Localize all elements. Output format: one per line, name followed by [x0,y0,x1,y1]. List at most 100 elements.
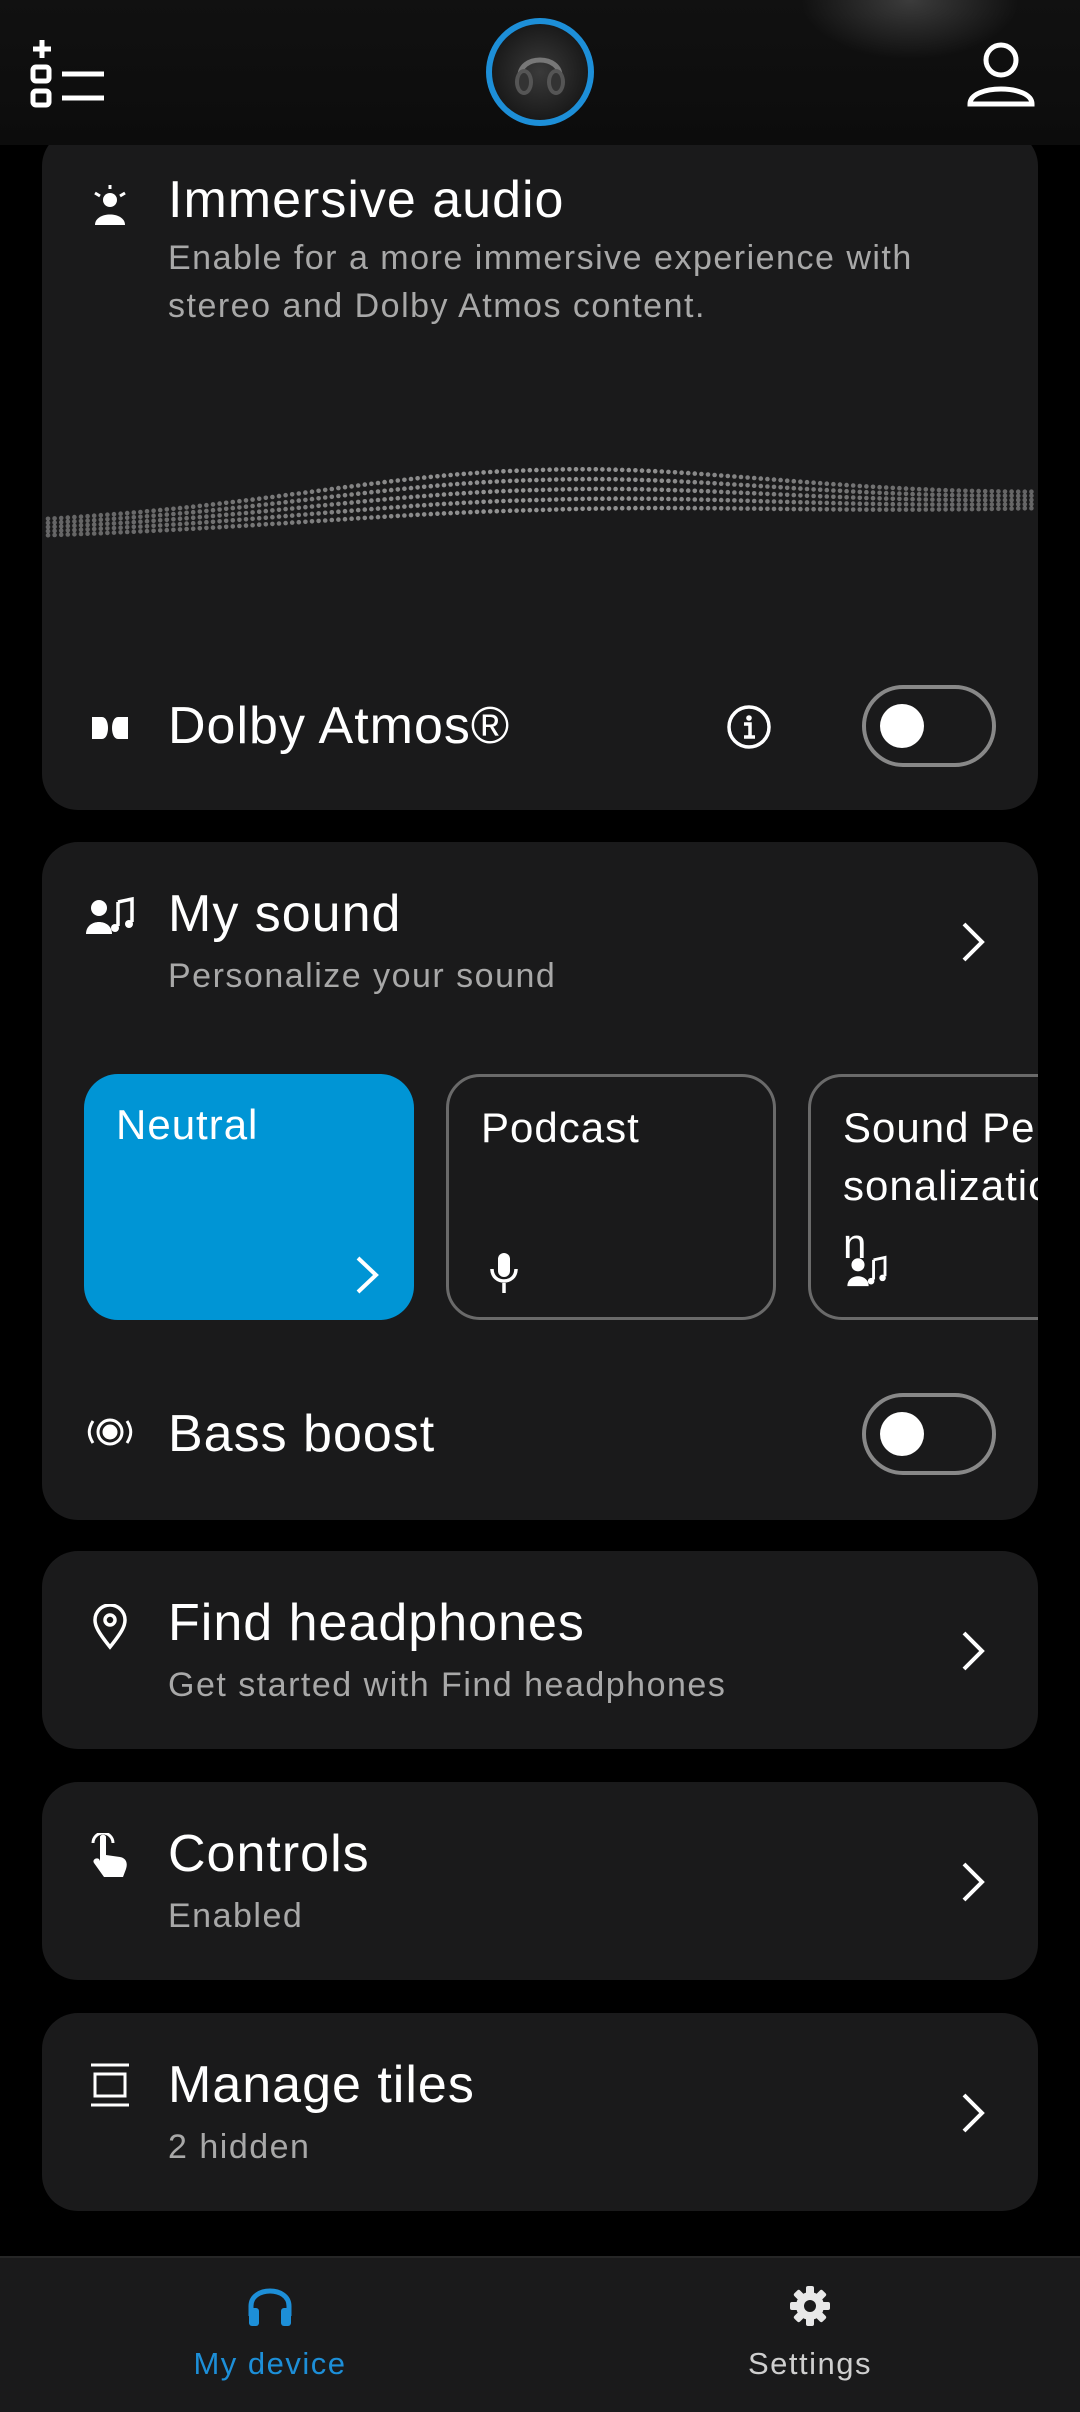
device-avatar[interactable] [486,18,594,126]
person-icon[interactable] [966,40,1036,108]
wave-dot [210,525,216,530]
controls-card[interactable]: Controls Enabled [42,1782,1038,1980]
wave-dot [883,501,889,507]
wave-dot [639,468,645,473]
wave-dot [309,504,315,509]
manage-tiles-card[interactable]: Manage tiles 2 hidden [42,2013,1038,2211]
preset-neutral[interactable]: Neutral [84,1074,414,1320]
wave-dot [375,497,381,503]
wave-dot [593,496,599,502]
wave-dot [553,507,559,512]
wave-dot [303,512,308,517]
wave-dot [283,513,288,519]
wave-dot [824,507,830,512]
wave-dot [1002,502,1008,507]
wave-dot [804,506,810,512]
wave-dot [586,467,592,472]
wave-dot [329,517,335,523]
add-list-icon[interactable] [30,38,106,110]
wave-dot [303,497,308,503]
wave-dot [237,511,242,516]
wave-dot [197,514,203,520]
wave-dot [263,515,269,520]
wave-dot [111,511,117,517]
wave-dot [435,502,440,507]
wave-dot [751,506,757,511]
dolby-atmos-toggle[interactable] [862,685,996,767]
wave-dot [606,496,612,501]
wave-dot [956,493,962,498]
wave-dot [124,520,130,525]
wave-dot [243,504,249,509]
bass-boost-icon [86,1408,134,1456]
wave-dot [230,511,236,517]
wave-dot [487,469,493,475]
my-sound-card[interactable]: My sound Personalize your sound Neutral … [42,842,1038,1520]
wave-dot [857,483,863,489]
wave-dot [322,510,328,516]
nav-settings[interactable]: Settings [540,2258,1080,2412]
wave-dot [217,524,222,530]
chevron-right-icon[interactable] [958,920,988,964]
wave-dot [593,506,599,511]
wave-dot [923,492,929,497]
wave-dot [131,524,137,530]
wave-dot [672,496,678,502]
preset-sound-personalization[interactable]: Sound Personalization [808,1074,1038,1320]
wave-dot [679,505,684,511]
wave-dot [369,498,374,503]
wave-dot [963,506,968,512]
wave-dot [514,498,519,503]
my-sound-title: My sound [168,885,402,943]
wave-dot [138,509,143,515]
wave-dot [666,487,671,493]
wave-dot [441,511,447,516]
wave-dot [692,505,698,511]
wave-dot [943,487,948,493]
find-headphones-card[interactable]: Find headphones Get started with Find he… [42,1551,1038,1749]
wave-dot [732,482,737,487]
wave-dot [626,496,632,501]
nav-my-device[interactable]: My device [0,2258,540,2412]
wave-dot [540,497,546,503]
wave-dot [864,489,869,495]
wave-dot [402,477,407,483]
wave-dot [573,467,579,472]
wave-dot [204,525,209,531]
wave-dot [52,532,57,538]
wave-dot [1022,506,1028,511]
microphone-icon [490,1253,518,1293]
wave-dot [916,492,922,497]
wave-dot [52,516,57,521]
wave-dot [454,472,460,477]
wave-dot [540,507,546,513]
preset-podcast[interactable]: Podcast [446,1074,776,1320]
wave-dot [804,493,810,498]
wave-dot [527,477,533,483]
wave-dot [237,505,242,510]
wave-dot [831,500,836,506]
wave-dot [976,502,981,507]
wave-dot [296,505,302,511]
wave-dot [646,505,651,511]
wave-dot [190,509,196,515]
wave-dot [204,502,209,508]
bass-boost-toggle[interactable] [862,1393,996,1475]
wave-dot [567,496,572,502]
wave-dot [263,495,269,501]
info-icon[interactable] [726,704,772,750]
toggle-knob [880,1412,924,1456]
wave-dot [230,505,236,511]
wave-dot [105,526,110,531]
wave-dot [606,486,612,492]
wave-dot [877,507,882,512]
wave-dot [270,494,275,500]
wave-dot [144,528,150,534]
wave-dot [131,510,137,515]
wave-dot [817,487,823,492]
wave-dot [270,521,275,527]
wave-dot [745,506,750,511]
wave-dot [679,496,684,502]
wave-dot [501,478,506,484]
wave-dot [415,512,420,518]
